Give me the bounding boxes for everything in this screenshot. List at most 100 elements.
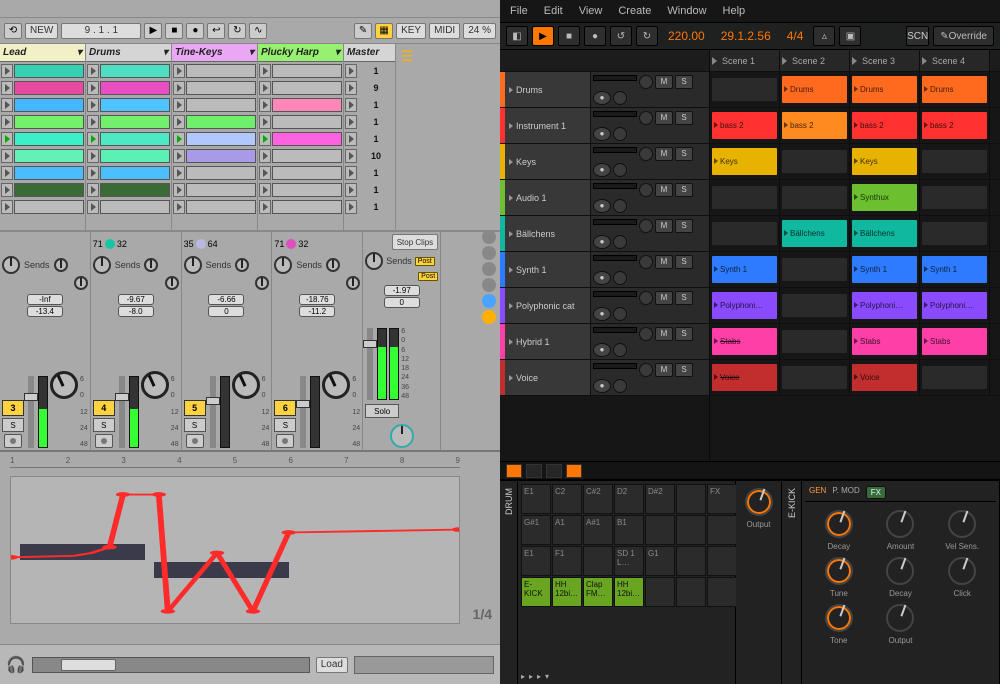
track-fader[interactable] <box>593 75 637 81</box>
arm-button[interactable] <box>186 434 204 448</box>
clip-play-button[interactable] <box>87 183 99 197</box>
tab-3[interactable] <box>546 464 562 478</box>
master-fader[interactable] <box>367 328 373 400</box>
drum-pad[interactable]: F1 <box>552 546 582 576</box>
menu-file[interactable]: File <box>510 5 528 17</box>
send-b-knob[interactable] <box>255 276 269 290</box>
draw-mode-toggle[interactable]: ▦ <box>375 23 393 39</box>
expand-icon[interactable] <box>509 337 513 347</box>
track-fader[interactable] <box>593 183 637 189</box>
record-button[interactable]: ● <box>186 23 204 39</box>
chevron-down-icon[interactable]: ▾ <box>249 47 254 58</box>
clip-cell[interactable] <box>710 180 780 215</box>
scene-play-button[interactable] <box>345 183 357 197</box>
clip-cell[interactable]: Synth 1 <box>710 252 780 287</box>
scene-play-button[interactable] <box>345 98 357 112</box>
arm-button[interactable]: ● <box>593 163 611 177</box>
clip-cell[interactable]: Drums <box>780 72 850 107</box>
drum-pad[interactable] <box>676 515 706 545</box>
solo-button[interactable]: S <box>93 418 115 432</box>
solo-button[interactable]: S <box>675 75 693 89</box>
solo-button[interactable]: S <box>2 418 24 432</box>
view-dot[interactable] <box>482 278 496 292</box>
headphone-icon[interactable]: 🎧 <box>6 655 26 675</box>
send-a-knob[interactable] <box>54 258 68 272</box>
track-header[interactable]: Drums▾ <box>86 44 171 62</box>
clip-play-button[interactable] <box>173 200 185 214</box>
pan-dial[interactable] <box>322 371 350 399</box>
clip-cell[interactable]: Bällchens <box>850 216 920 251</box>
clip-cell[interactable]: bass 2 <box>850 108 920 143</box>
drum-pad[interactable]: A1 <box>552 515 582 545</box>
track-name[interactable]: Drums <box>505 72 591 107</box>
position-counter[interactable]: 9 . 1 . 1 <box>61 23 141 39</box>
clip-slot[interactable] <box>173 97 256 113</box>
expand-icon[interactable] <box>509 265 513 275</box>
key-label[interactable]: KEY <box>396 23 426 39</box>
clip-play-button[interactable] <box>87 166 99 180</box>
output-knob[interactable] <box>745 488 773 516</box>
automation-curve[interactable] <box>11 477 459 623</box>
send-knob[interactable] <box>613 199 627 213</box>
clip-slot[interactable] <box>259 131 342 147</box>
chevron-down-icon[interactable]: ▾ <box>77 47 82 58</box>
track-name[interactable]: Keys <box>505 144 591 179</box>
play-button[interactable]: ▶ <box>532 26 554 46</box>
drum-pad[interactable] <box>707 577 737 607</box>
clip-slot[interactable] <box>1 63 84 79</box>
new-button[interactable]: NEW <box>25 23 58 39</box>
stop-clips-button[interactable]: Stop Clips <box>392 234 438 250</box>
pan-knob[interactable] <box>639 327 653 341</box>
db-value[interactable]: -6.66 <box>208 294 244 305</box>
post-button[interactable]: Post <box>415 257 435 266</box>
solo-button[interactable]: S <box>675 219 693 233</box>
clip-cell[interactable] <box>780 360 850 395</box>
solo-button[interactable]: S <box>184 418 206 432</box>
clip-play-button[interactable] <box>1 132 13 146</box>
scene-display[interactable]: SCN <box>906 26 929 46</box>
drum-pad[interactable]: Clap FM… <box>583 577 613 607</box>
track-header[interactable]: Plucky Harp▾ <box>258 44 343 62</box>
param-knob[interactable] <box>948 557 976 585</box>
clip-play-button[interactable] <box>173 98 185 112</box>
drum-opt[interactable]: ▾ <box>545 672 549 681</box>
clip-play-button[interactable] <box>173 64 185 78</box>
clip-cell[interactable] <box>920 144 990 179</box>
clip-play-button[interactable] <box>1 81 13 95</box>
clip-cell[interactable] <box>920 216 990 251</box>
expand-icon[interactable] <box>509 121 513 131</box>
track-fader[interactable] <box>593 291 637 297</box>
drum-pad[interactable]: G#1 <box>521 515 551 545</box>
pan-knob[interactable] <box>274 256 292 274</box>
pan-knob[interactable] <box>639 219 653 233</box>
scene-play-button[interactable] <box>345 166 357 180</box>
scene-slot[interactable]: 1 <box>345 131 394 147</box>
clip-cell[interactable]: Synthux <box>850 180 920 215</box>
mute-button[interactable]: M <box>655 147 673 161</box>
pan-dial[interactable] <box>141 371 169 399</box>
automation-write-button[interactable]: ↺ <box>610 26 632 46</box>
solo-button[interactable]: S <box>675 327 693 341</box>
pan-knob[interactable] <box>93 256 111 274</box>
drum-pad[interactable] <box>645 577 675 607</box>
solo-button[interactable]: S <box>274 418 296 432</box>
menu-edit[interactable]: Edit <box>544 5 563 17</box>
record-button[interactable]: ● <box>584 26 606 46</box>
clip-cell[interactable] <box>780 180 850 215</box>
clip-slot[interactable] <box>1 131 84 147</box>
solo-button[interactable]: S <box>675 291 693 305</box>
clip-slot[interactable] <box>1 148 84 164</box>
clip-slot[interactable] <box>173 131 256 147</box>
send-a-knob[interactable] <box>144 258 158 272</box>
clip-play-button[interactable] <box>173 183 185 197</box>
track-number-button[interactable]: 4 <box>93 400 115 416</box>
clip-cell[interactable]: Keys <box>850 144 920 179</box>
solo-button[interactable]: S <box>675 255 693 269</box>
scene-slot[interactable]: 10 <box>345 148 394 164</box>
stop-button[interactable]: ■ <box>558 26 580 46</box>
track-name[interactable]: Hybrid 1 <box>505 324 591 359</box>
clip-slot[interactable] <box>1 199 84 215</box>
clip-cell[interactable]: Synth 1 <box>850 252 920 287</box>
override-button[interactable]: ✎ Override <box>933 26 994 46</box>
track-fader[interactable] <box>593 111 637 117</box>
